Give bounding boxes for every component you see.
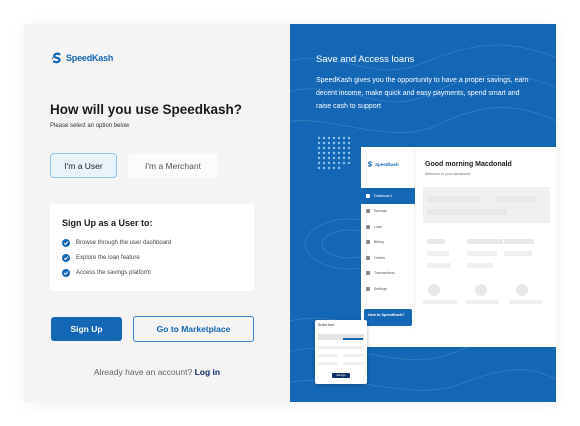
page-title: How will you use Speedkash? — [50, 102, 243, 117]
preview-sidebar: Speedkash Dashboard Savings Loan Billing… — [361, 147, 415, 330]
preview-placeholder-block — [465, 300, 499, 304]
mini-form-field — [318, 346, 364, 349]
sign-up-button[interactable]: Sign Up — [51, 317, 122, 341]
preview-nav-label: Settings — [374, 286, 387, 291]
preview-placeholder-block — [427, 196, 481, 202]
preview-brand-name: Speedkash — [375, 161, 399, 167]
preview-form-card: Sched form Savings — [315, 320, 367, 384]
preview-nav-label: Transactions — [374, 271, 395, 276]
mini-form-field — [318, 362, 338, 365]
dot-grid-decoration — [317, 136, 351, 170]
merchant-role-button[interactable]: I'm a Merchant — [128, 153, 218, 178]
preview-placeholder-block — [423, 187, 550, 223]
benefit-item: Access the savings platform — [62, 265, 242, 280]
mini-form-field — [343, 362, 364, 365]
benefit-item: Explore the loan feature — [62, 250, 242, 265]
mini-form-field — [343, 354, 364, 357]
brand-logo[interactable]: SpeedKash — [51, 52, 113, 64]
login-link[interactable]: Log in — [195, 367, 221, 377]
preview-nav-label: Orders — [374, 255, 385, 260]
preview-nav-item: Orders — [361, 250, 415, 266]
check-circle-icon — [62, 238, 70, 247]
grid-icon — [366, 193, 370, 198]
preview-placeholder-block — [509, 300, 543, 304]
preview-placeholder-block — [427, 239, 445, 244]
preview-placeholder-circle — [428, 284, 440, 296]
preview-placeholder-circle — [475, 284, 487, 296]
bill-icon — [366, 240, 370, 245]
preview-greeting: Good morning Macdonald — [425, 161, 512, 168]
preview-placeholder-block — [423, 300, 457, 304]
preview-placeholder-block — [504, 251, 532, 256]
preview-nav-label: Billing — [374, 240, 384, 245]
wallet-icon — [366, 209, 370, 214]
preview-nav-label: Savings — [374, 209, 387, 214]
transactions-icon — [366, 271, 370, 276]
user-role-button[interactable]: I'm a User — [50, 153, 117, 178]
speedkash-logo-icon — [51, 52, 61, 64]
mini-form-title: Sched form — [318, 323, 335, 327]
benefit-label: Access the savings platform — [76, 269, 151, 276]
preview-nav-item: Loan — [361, 219, 415, 235]
speedkash-logo-icon — [367, 161, 372, 167]
preview-placeholder-block — [427, 209, 507, 215]
login-prompt: Already have an account? — [93, 367, 193, 377]
preview-nav-item: Savings — [361, 204, 415, 220]
mini-form-field — [318, 354, 338, 357]
user-benefits-box: Sign Up as a User to: Browse through the… — [50, 204, 254, 291]
preview-nav-item: Dashboard — [361, 188, 415, 204]
gear-icon — [366, 286, 370, 291]
preview-placeholder-circle — [516, 284, 528, 296]
preview-placeholder-block — [467, 251, 497, 256]
preview-logo: Speedkash — [367, 161, 399, 167]
login-prompt-row: Already have an account? Log in — [24, 367, 290, 377]
check-circle-icon — [62, 268, 70, 277]
brand-name: SpeedKash — [66, 53, 114, 63]
preview-placeholder-block — [496, 196, 536, 202]
promo-panel: Save and Access loans SpeedKash gives yo… — [290, 24, 556, 402]
preview-nav-item: Transactions — [361, 266, 415, 282]
cart-icon — [366, 255, 370, 260]
benefit-item: Browse through the user dashboard — [62, 235, 242, 250]
preview-welcome-text: Welcome to your dashboard — [425, 172, 470, 176]
benefit-label: Explore the loan feature — [76, 254, 140, 261]
role-selection-panel: SpeedKash How will you use Speedkash? Pl… — [24, 24, 290, 402]
preview-placeholder-block — [427, 251, 449, 256]
preview-nav-item: Settings — [361, 281, 415, 297]
preview-nav-label: Loan — [374, 224, 382, 229]
preview-nav-label: Dashboard — [374, 193, 392, 198]
promo-description: SpeedKash gives you the opportunity to h… — [316, 77, 529, 110]
benefit-label: Browse through the user dashboard — [76, 239, 172, 246]
preview-promo-card: New to SpeedKash? — [364, 309, 412, 326]
mini-form-button: Savings — [332, 373, 350, 378]
promo-title: Save and Access loans — [316, 54, 415, 65]
page-subtitle: Please select an option below — [50, 123, 130, 129]
mini-form-field — [343, 338, 363, 340]
preview-placeholder-block — [467, 263, 493, 268]
preview-placeholder-block — [504, 239, 534, 244]
benefits-title: Sign Up as a User to: — [62, 218, 153, 228]
loan-icon — [366, 224, 370, 229]
marketplace-button[interactable]: Go to Marketplace — [133, 316, 254, 342]
preview-nav: Dashboard Savings Loan Billing Orders Tr… — [361, 188, 415, 297]
preview-nav-item: Billing — [361, 235, 415, 251]
check-circle-icon — [62, 253, 70, 262]
dashboard-preview-image: Speedkash Dashboard Savings Loan Billing… — [361, 147, 556, 347]
signup-card: SpeedKash How will you use Speedkash? Pl… — [24, 24, 556, 402]
preview-placeholder-block — [467, 239, 503, 244]
preview-placeholder-block — [427, 263, 451, 268]
